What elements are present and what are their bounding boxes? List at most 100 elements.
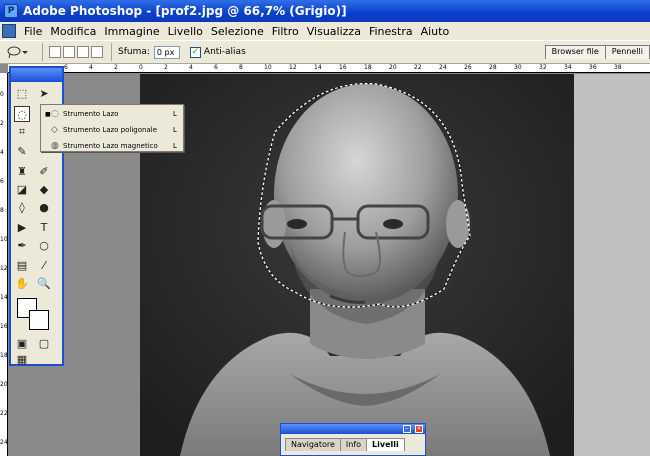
menu-livello[interactable]: Livello (164, 25, 207, 38)
lasso-icon: ◌ (51, 109, 59, 119)
flyout-item-lasso[interactable]: ■ ◌ Strumento Lazo L (41, 107, 183, 121)
lasso-icon (7, 46, 28, 59)
paint-bucket-icon[interactable]: ◆ (36, 182, 52, 198)
menu-immagine[interactable]: Immagine (100, 25, 163, 38)
tab-navigatore[interactable]: Navigatore (285, 438, 341, 451)
ruler-tick-label: 22 (414, 64, 422, 71)
ruler-tick-label: 34 (564, 64, 572, 71)
ruler-tick-label: 24 (0, 439, 8, 446)
ruler-tick-label: 4 (89, 64, 93, 71)
flyout-item-magnetic-lasso[interactable]: ◍ Strumento Lazo magnetico L (41, 139, 183, 153)
zoom-tool-icon[interactable]: 🔍 (36, 276, 52, 292)
menu-selezione[interactable]: Selezione (207, 25, 268, 38)
ruler-tick-label: 12 (0, 265, 8, 272)
new-selection-icon[interactable] (49, 46, 61, 58)
ruler-tick-label: 2 (164, 64, 168, 71)
ruler-tick-label: 8 (239, 64, 243, 71)
ruler-tick-label: 18 (364, 64, 372, 71)
ruler-tick-label: 22 (0, 410, 8, 417)
flyout-item-shortcut: L (173, 110, 177, 118)
add-to-selection-icon[interactable] (63, 46, 75, 58)
flyout-item-polygonal-lasso[interactable]: ◇ Strumento Lazo poligonale L (41, 123, 183, 137)
palette-tabs: Navigatore Info Livelli (281, 434, 425, 451)
type-tool-icon[interactable]: T (36, 220, 52, 236)
antialias-label: Anti-alias (203, 47, 246, 57)
dodge-tool-icon[interactable]: ● (36, 200, 52, 216)
ruler-tick-label: 30 (514, 64, 522, 71)
notes-tool-icon[interactable]: ▤ (14, 258, 30, 274)
tool-preset-picker[interactable] (6, 43, 36, 61)
menu-aiuto[interactable]: Aiuto (417, 25, 454, 38)
foreground-color-swatch[interactable] (29, 310, 49, 330)
tab-livelli[interactable]: Livelli (366, 438, 405, 451)
photoshop-app-icon: P (4, 4, 18, 18)
ruler-tick-label: 0 (0, 91, 4, 98)
close-icon[interactable]: × (415, 425, 423, 433)
ruler-tick-label: 4 (189, 64, 193, 71)
standard-mode-icon[interactable]: ▢ (36, 336, 52, 352)
ruler-vertical: 0 2 4 6 8 10 12 14 16 18 20 22 24 (0, 73, 8, 456)
ruler-tick-label: 14 (314, 64, 322, 71)
antialias-checkbox[interactable]: ✓ (189, 46, 201, 58)
ruler-tick-label: 16 (339, 64, 347, 71)
subtract-selection-icon[interactable] (77, 46, 89, 58)
hand-tool-icon[interactable]: ✋ (14, 276, 30, 292)
crop-tool-icon[interactable]: ⌗ (14, 124, 30, 140)
feather-input[interactable]: 0 px (153, 45, 180, 59)
pen-tool-icon[interactable]: ✒ (14, 238, 30, 254)
eraser-tool-icon[interactable]: ◪ (14, 182, 30, 198)
ruler-tick-label: 18 (0, 352, 8, 359)
canvas-image[interactable] (140, 74, 574, 456)
menu-filtro[interactable]: Filtro (268, 25, 303, 38)
ruler-tick-label: 6 (0, 178, 4, 185)
ruler-tick-label: 2 (0, 120, 4, 127)
menu-visualizza[interactable]: Visualizza (303, 25, 365, 38)
canvas-margin (574, 74, 650, 456)
ruler-tick-label: 28 (489, 64, 497, 71)
lasso-tool-icon[interactable]: ◌ (14, 106, 30, 122)
ruler-tick-label: 6 (64, 64, 68, 71)
flyout-item-label: Strumento Lazo magnetico (63, 142, 158, 150)
marquee-tool-icon[interactable]: ⬚ (14, 86, 30, 102)
portrait-photo (140, 74, 574, 456)
feather-label: Sfuma: (118, 47, 150, 57)
menu-modifica[interactable]: Modifica (46, 25, 100, 38)
clone-stamp-icon[interactable]: ♜ (14, 164, 30, 180)
ruler-tick-label: 14 (0, 294, 8, 301)
ruler-tick-label: 0 (139, 64, 143, 71)
menu-file[interactable]: File (20, 25, 46, 38)
blur-tool-icon[interactable]: ◊ (14, 200, 30, 216)
ruler-tick-label: 8 (0, 207, 4, 214)
ruler-tick-label: 10 (0, 236, 8, 243)
ruler-tick-label: 38 (614, 64, 622, 71)
path-selection-icon[interactable]: ▶ (14, 220, 30, 236)
flyout-item-shortcut: L (173, 142, 177, 150)
flyout-item-label: Strumento Lazo (63, 110, 119, 118)
lasso-flyout-menu: ■ ◌ Strumento Lazo L ◇ Strumento Lazo po… (40, 104, 184, 152)
move-tool-icon[interactable]: ➤ (36, 86, 52, 102)
healing-brush-icon[interactable]: ✎ (14, 144, 30, 160)
palette-title-bar[interactable]: – × (281, 424, 425, 434)
history-brush-icon[interactable]: ✐ (36, 164, 52, 180)
polygonal-lasso-icon: ◇ (51, 125, 58, 135)
minimize-icon[interactable]: – (403, 425, 411, 433)
intersect-selection-icon[interactable] (91, 46, 103, 58)
ruler-tick-label: 2 (114, 64, 118, 71)
menu-bar: File Modifica Immagine Livello Selezione… (0, 22, 650, 40)
eyedropper-icon[interactable]: ⁄ (36, 258, 52, 274)
separator (42, 43, 43, 61)
ruler-tick-label: 10 (264, 64, 272, 71)
document-icon[interactable] (2, 24, 16, 38)
screen-mode-icon[interactable]: ▦ (14, 352, 30, 368)
tab-browser-file[interactable]: Browser file (544, 45, 606, 59)
shape-tool-icon[interactable]: ○ (36, 238, 52, 254)
ruler-tick-label: 32 (539, 64, 547, 71)
quick-mask-icon[interactable]: ▣ (14, 336, 30, 352)
toolbox-title-bar[interactable] (11, 68, 62, 82)
ruler-tick-label: 12 (289, 64, 297, 71)
flyout-item-label: Strumento Lazo poligonale (63, 126, 158, 134)
ruler-tick-label: 6 (214, 64, 218, 71)
tab-pennelli[interactable]: Pennelli (604, 45, 650, 59)
menu-finestra[interactable]: Finestra (365, 25, 417, 38)
tab-info[interactable]: Info (339, 438, 368, 451)
